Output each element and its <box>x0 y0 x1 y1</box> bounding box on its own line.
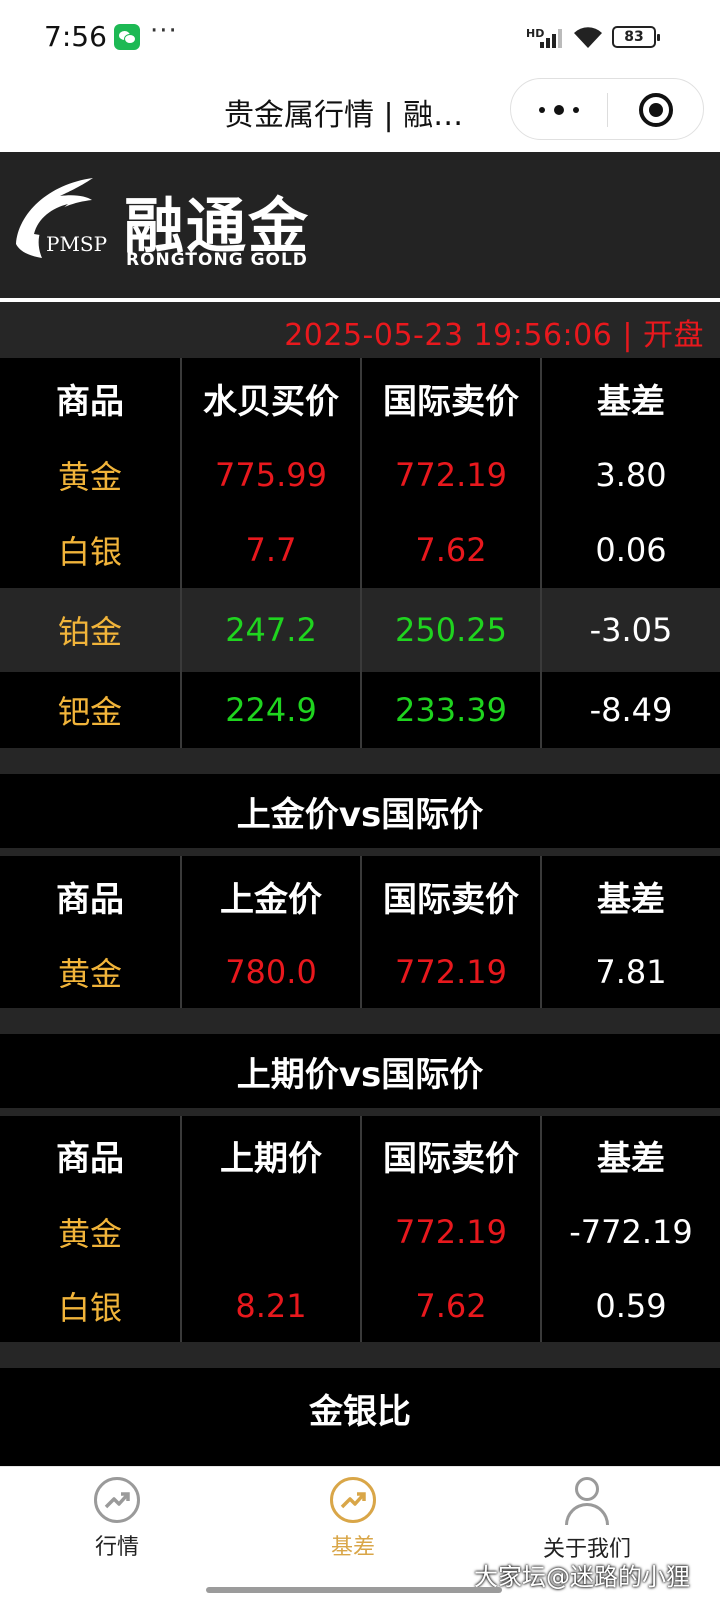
header-intl-sell: 国际卖价 <box>360 1116 540 1194</box>
tab-basis[interactable]: 基差 <box>278 1477 428 1577</box>
intl-sell-price: 772.19 <box>360 1194 540 1270</box>
header-intl-sell: 国际卖价 <box>360 358 540 438</box>
shfe-price <box>180 1194 360 1270</box>
intl-sell-price: 233.39 <box>360 672 540 748</box>
mini-program-capsule <box>510 78 704 140</box>
watermark-text: 大家坛@迷路的小狸 <box>474 1563 690 1591</box>
table-row[interactable]: 钯金 224.9 233.39 -8.49 <box>0 672 720 748</box>
header-basis: 基差 <box>540 856 720 936</box>
table-row[interactable]: 白银 7.7 7.62 0.06 <box>0 512 720 588</box>
table-row[interactable]: 黄金 780.0 772.19 7.81 <box>0 936 720 1008</box>
intl-sell-price: 7.62 <box>360 512 540 588</box>
intl-sell-price: 772.19 <box>360 438 540 512</box>
section-divider <box>0 1108 720 1116</box>
brand-emblem-text: PMSP <box>46 232 108 256</box>
section-gap <box>0 1342 720 1368</box>
more-notifications-indicator: ··· <box>150 16 178 46</box>
market-datetime-status: 2025-05-23 19:56:06 | 开盘 <box>284 318 704 353</box>
basis-value: 0.06 <box>540 512 720 588</box>
section-title-shfe-vs-intl: 上期价vs国际价 <box>236 1054 484 1095</box>
tab-market[interactable]: 行情 <box>42 1477 192 1577</box>
header-product: 商品 <box>56 1138 124 1179</box>
product-name: 钯金 <box>57 693 122 731</box>
header-product: 商品 <box>56 879 124 920</box>
user-icon <box>563 1477 611 1525</box>
shfe-price: 8.21 <box>180 1270 360 1342</box>
brand-header: PMSP 融通金 RONGTONG GOLD <box>0 152 720 298</box>
dragon-logo-icon <box>16 178 93 258</box>
more-options-button[interactable] <box>537 105 581 115</box>
battery-icon: 83 <box>612 26 660 48</box>
intl-sell-price: 772.19 <box>360 936 540 1008</box>
header-basis: 基差 <box>540 358 720 438</box>
buy-price: 247.2 <box>180 588 360 672</box>
status-time: 7:56 <box>44 20 107 53</box>
product-name: 黄金 <box>57 1215 122 1253</box>
wifi-icon <box>574 27 602 48</box>
section-title-gold-silver-ratio: 金银比 <box>309 1391 411 1432</box>
tab-label: 行情 <box>94 1535 139 1560</box>
basis-value: -772.19 <box>540 1194 720 1270</box>
status-bar: 7:56 ··· HD 83 <box>0 0 720 76</box>
header-basis: 基差 <box>540 1116 720 1194</box>
wechat-notification-icon <box>114 24 140 50</box>
close-mini-program-button[interactable] <box>639 93 673 127</box>
product-name: 白银 <box>57 533 122 571</box>
buy-price: 7.7 <box>180 512 360 588</box>
section-gap <box>0 748 720 774</box>
market-status-bar: 2025-05-23 19:56:06 | 开盘 <box>0 302 720 358</box>
basis-value: 0.59 <box>540 1270 720 1342</box>
brand-name-english: RONGTONG GOLD <box>126 250 308 270</box>
table-header-row: 商品 水贝买价 国际卖价 基差 <box>0 358 720 438</box>
header-shuibei-buy: 水贝买价 <box>180 358 360 438</box>
buy-price: 775.99 <box>180 438 360 512</box>
product-name: 黄金 <box>57 955 122 993</box>
header-product: 商品 <box>56 381 124 422</box>
bottom-tab-bar: 行情 基差 关于我们 大家坛@迷路的小狸 <box>0 1466 720 1600</box>
tab-label: 基差 <box>330 1535 375 1560</box>
mini-program-title-bar: 贵金属行情 | 融… <box>0 76 720 152</box>
buy-price: 224.9 <box>180 672 360 748</box>
basis-value: 3.80 <box>540 438 720 512</box>
basis-value: -3.05 <box>540 588 720 672</box>
table-row[interactable]: 铂金 247.2 250.25 -3.05 <box>0 588 720 672</box>
header-intl-sell: 国际卖价 <box>360 856 540 936</box>
table-row[interactable]: 黄金 772.19 -772.19 <box>0 1194 720 1270</box>
product-name: 白银 <box>57 1289 122 1327</box>
header-shfe-price: 上期价 <box>180 1116 360 1194</box>
home-indicator[interactable] <box>206 1587 502 1593</box>
trend-chart-icon <box>330 1477 376 1523</box>
quote-content: PMSP 融通金 RONGTONG GOLD 2025-05-23 19:56:… <box>0 152 720 1466</box>
section-title-sge-vs-intl: 上金价vs国际价 <box>236 794 484 835</box>
table-row[interactable]: 黄金 775.99 772.19 3.80 <box>0 438 720 512</box>
capsule-divider <box>607 93 608 127</box>
sge-price: 780.0 <box>180 936 360 1008</box>
signal-strength-icon <box>536 28 562 48</box>
section-gap <box>0 1008 720 1034</box>
header-sge-price: 上金价 <box>180 856 360 936</box>
table-header-row: 商品 上金价 国际卖价 基差 <box>0 856 720 936</box>
table-row[interactable]: 白银 8.21 7.62 0.59 <box>0 1270 720 1342</box>
basis-value: -8.49 <box>540 672 720 748</box>
table-header-row: 商品 上期价 国际卖价 基差 <box>0 1116 720 1194</box>
section-divider <box>0 848 720 856</box>
trend-chart-icon <box>94 1477 140 1523</box>
page-title: 贵金属行情 | 融… <box>224 98 464 133</box>
basis-value: 7.81 <box>540 936 720 1008</box>
intl-sell-price: 250.25 <box>360 588 540 672</box>
product-name: 黄金 <box>57 458 122 496</box>
product-name: 铂金 <box>57 613 122 651</box>
intl-sell-price: 7.62 <box>360 1270 540 1342</box>
